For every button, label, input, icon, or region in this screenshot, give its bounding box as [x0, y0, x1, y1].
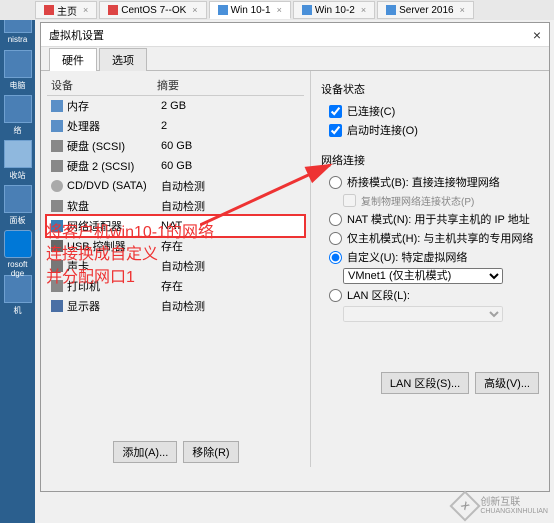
device-row-disk[interactable]: 硬盘 2 (SCSI)60 GB	[47, 156, 304, 176]
close-icon[interactable]: ×	[460, 5, 465, 15]
disk-icon	[51, 200, 63, 212]
add-device-button[interactable]: 添加(A)...	[113, 441, 177, 463]
home-icon	[44, 5, 54, 15]
vm-icon	[218, 5, 228, 15]
disk-icon	[51, 160, 63, 172]
tab-home[interactable]: 主页×	[35, 1, 97, 19]
connect-at-poweron-checkbox[interactable]	[329, 124, 342, 137]
lanseg-select	[343, 306, 503, 322]
tab-win10-2[interactable]: Win 10-2×	[293, 1, 375, 19]
column-summary: 摘要	[157, 77, 304, 93]
desktop-icon-recycle[interactable]: 收站	[3, 140, 33, 180]
desktop-icon-edge[interactable]: rosoftdge	[3, 230, 33, 270]
device-detail-pane: 设备状态 已连接(C) 启动时连接(O) 网络连接 桥接模式(B): 直接连接物…	[311, 71, 549, 467]
close-icon[interactable]: ×	[277, 5, 282, 15]
lanseg-radio[interactable]	[329, 289, 342, 302]
printer-icon	[51, 280, 63, 292]
device-row-disk[interactable]: 硬盘 (SCSI)60 GB	[47, 136, 304, 156]
close-icon[interactable]: ×	[192, 5, 197, 15]
dialog-title: 虚拟机设置	[49, 27, 104, 43]
device-row-usb[interactable]: USB 控制器存在	[47, 236, 304, 256]
hostonly-radio[interactable]	[329, 232, 342, 245]
close-icon[interactable]: ×	[83, 5, 88, 15]
cd-icon	[51, 180, 63, 192]
custom-network-select[interactable]: VMnet1 (仅主机模式)	[343, 268, 503, 284]
device-row-cd[interactable]: CD/DVD (SATA)自动检测	[47, 176, 304, 196]
usb-icon	[51, 240, 63, 252]
vm-settings-dialog: 虚拟机设置 × 硬件 选项 设备 摘要 内存2 GB处理器2硬盘 (SCSI)6…	[40, 22, 550, 492]
device-row-net[interactable]: 网络适配器NAT	[47, 216, 304, 236]
tab-server2016[interactable]: Server 2016×	[377, 1, 474, 19]
vm-icon	[108, 5, 118, 15]
device-row-display[interactable]: 显示器自动检测	[47, 296, 304, 316]
device-status-label: 设备状态	[321, 81, 539, 97]
device-row-mem[interactable]: 内存2 GB	[47, 96, 304, 116]
cpu-icon	[51, 120, 63, 132]
custom-radio[interactable]	[329, 251, 342, 264]
watermark-icon: X	[450, 490, 481, 521]
device-row-disk[interactable]: 软盘自动检测	[47, 196, 304, 216]
vm-icon	[302, 5, 312, 15]
vm-icon	[386, 5, 396, 15]
device-row-printer[interactable]: 打印机存在	[47, 276, 304, 296]
disk-icon	[51, 140, 63, 152]
desktop-icon-task[interactable]: 机	[3, 275, 33, 315]
net-icon	[51, 220, 63, 232]
bridged-radio[interactable]	[329, 176, 342, 189]
watermark: X 创新互联CHUANGXINHULIAN	[454, 495, 548, 517]
desktop-icon-control-panel[interactable]: 面板	[3, 185, 33, 225]
dialog-close-button[interactable]: ×	[533, 27, 541, 43]
vm-tabs-bar: 主页× CentOS 7--OK× Win 10-1× Win 10-2× Se…	[0, 0, 554, 20]
desktop-icon-network[interactable]: 络	[3, 95, 33, 135]
lan-segments-button[interactable]: LAN 区段(S)...	[381, 372, 469, 394]
replicate-checkbox	[343, 194, 356, 207]
tab-win10-1[interactable]: Win 10-1×	[209, 1, 291, 19]
mem-icon	[51, 100, 63, 112]
desktop-icon-computer[interactable]: 电脑	[3, 50, 33, 90]
nat-radio[interactable]	[329, 213, 342, 226]
tab-centos[interactable]: CentOS 7--OK×	[99, 1, 206, 19]
tab-hardware[interactable]: 硬件	[49, 48, 97, 71]
column-device: 设备	[47, 77, 157, 93]
connected-checkbox[interactable]	[329, 105, 342, 118]
advanced-button[interactable]: 高级(V)...	[475, 372, 539, 394]
remove-device-button[interactable]: 移除(R)	[183, 441, 238, 463]
device-list-pane: 设备 摘要 内存2 GB处理器2硬盘 (SCSI)60 GB硬盘 2 (SCSI…	[41, 71, 311, 467]
close-icon[interactable]: ×	[361, 5, 366, 15]
device-row-sound[interactable]: 声卡自动检测	[47, 256, 304, 276]
device-row-cpu[interactable]: 处理器2	[47, 116, 304, 136]
tab-options[interactable]: 选项	[99, 48, 147, 71]
display-icon	[51, 300, 63, 312]
sound-icon	[51, 260, 63, 272]
network-connection-label: 网络连接	[321, 152, 539, 168]
